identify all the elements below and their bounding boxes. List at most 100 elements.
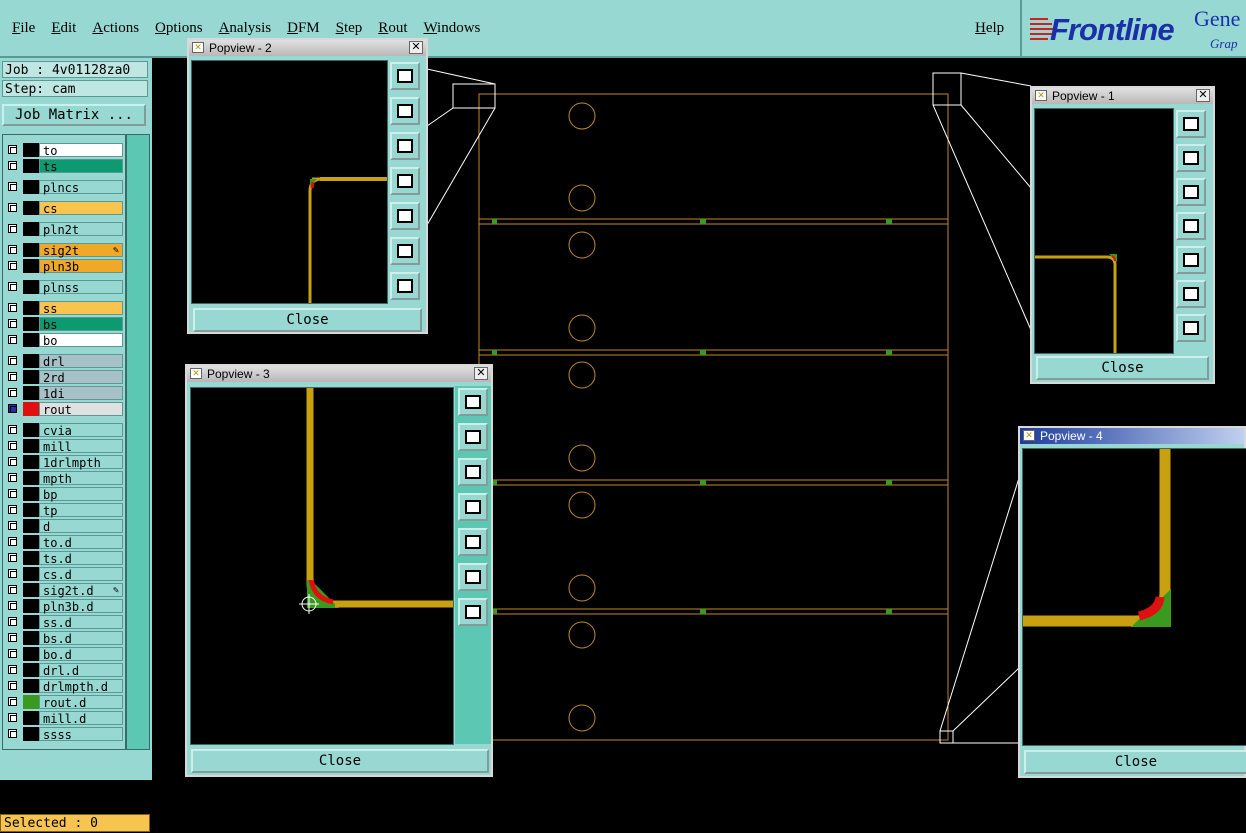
menu-file[interactable]: File (12, 20, 35, 37)
menu-analysis[interactable]: Analysis (219, 20, 272, 37)
layer-row-bo-d[interactable]: bo.d (5, 647, 123, 662)
layer-row-cvia[interactable]: cvia (5, 423, 123, 438)
layer-color-swatch[interactable] (23, 519, 39, 533)
pan-left-button[interactable] (1176, 212, 1206, 240)
layer-name[interactable]: drl (39, 354, 123, 369)
popview-2-titlebar[interactable]: ✕ Popview - 2 ✕ (189, 40, 426, 56)
popview-4-view[interactable] (1022, 448, 1246, 746)
layer-name[interactable]: pln3b.d (39, 599, 123, 614)
layer-row-plnss[interactable]: plnss (5, 280, 123, 295)
layer-name[interactable]: ssss (39, 727, 123, 742)
layer-checkbox[interactable] (8, 335, 17, 344)
pan-right-button[interactable] (390, 202, 420, 230)
pan-left-button[interactable] (390, 167, 420, 195)
layer-name[interactable]: to.d (39, 535, 123, 550)
layer-color-swatch[interactable] (23, 647, 39, 661)
layer-row-pln3b-d[interactable]: pln3b.d (5, 599, 123, 614)
popview-1-view[interactable] (1034, 108, 1174, 354)
layer-checkbox[interactable] (8, 617, 17, 626)
pan-right-button[interactable] (458, 528, 488, 556)
layer-row-ssss[interactable]: ssss (5, 727, 123, 742)
layer-checkbox[interactable] (8, 521, 17, 530)
close-icon[interactable]: ✕ (1196, 89, 1210, 102)
pan-down-button[interactable] (458, 458, 488, 486)
layer-row-cs-d[interactable]: cs.d (5, 567, 123, 582)
layer-color-swatch[interactable] (23, 243, 39, 257)
layer-color-swatch[interactable] (23, 354, 39, 368)
layer-checkbox[interactable] (8, 441, 17, 450)
layer-name[interactable]: cs.d (39, 567, 123, 582)
popview-4-titlebar[interactable]: ✕ Popview - 4 (1020, 428, 1244, 444)
layer-name[interactable]: ts (39, 159, 123, 174)
popview-1-titlebar[interactable]: ✕ Popview - 1 ✕ (1032, 88, 1213, 104)
window-menu-icon[interactable]: ✕ (1023, 430, 1035, 441)
layer-name[interactable]: mpth (39, 471, 123, 486)
layer-checkbox[interactable] (8, 261, 17, 270)
layer-color-swatch[interactable] (23, 333, 39, 347)
layer-color-swatch[interactable] (23, 423, 39, 437)
layer-row-drlmpth-d[interactable]: drlmpth.d (5, 679, 123, 694)
layer-row-bo[interactable]: bo (5, 333, 123, 348)
zoom-home-button[interactable] (390, 62, 420, 90)
layer-row-rout-d[interactable]: rout.d (5, 695, 123, 710)
layer-row-ss[interactable]: ss (5, 301, 123, 316)
popview-1-close-button[interactable]: Close (1036, 356, 1209, 380)
layer-row-mill-d[interactable]: mill.d (5, 711, 123, 726)
layer-name[interactable]: drlmpth.d (39, 679, 123, 694)
layer-name[interactable]: drl.d (39, 663, 123, 678)
menu-help[interactable]: Help (975, 20, 1004, 37)
layer-name[interactable]: mill (39, 439, 123, 454)
layer-checkbox[interactable] (8, 729, 17, 738)
layer-checkbox[interactable] (8, 145, 17, 154)
layer-checkbox[interactable] (8, 425, 17, 434)
layer-checkbox[interactable] (8, 569, 17, 578)
layer-checkbox[interactable] (8, 282, 17, 291)
layer-color-swatch[interactable] (23, 503, 39, 517)
layer-name[interactable]: plnss (39, 280, 123, 295)
layer-name[interactable]: bo (39, 333, 123, 348)
layer-checkbox[interactable] (8, 224, 17, 233)
layer-checkbox[interactable] (8, 388, 17, 397)
close-icon[interactable]: ✕ (409, 41, 423, 54)
zoom-out-button[interactable] (390, 272, 420, 300)
layer-row-1di[interactable]: 1di (5, 386, 123, 401)
layer-checkbox[interactable] (8, 601, 17, 610)
layer-checkbox[interactable] (8, 319, 17, 328)
layer-color-swatch[interactable] (23, 301, 39, 315)
layer-row-to-d[interactable]: to.d (5, 535, 123, 550)
zoom-in-button[interactable] (1176, 280, 1206, 308)
layer-name[interactable]: pln3b (39, 259, 123, 274)
layer-name[interactable]: bp (39, 487, 123, 502)
layer-name[interactable]: d (39, 519, 123, 534)
layer-color-swatch[interactable] (23, 535, 39, 549)
layer-name[interactable]: bo.d (39, 647, 123, 662)
layer-name[interactable]: cvia (39, 423, 123, 438)
layer-row-tp[interactable]: tp (5, 503, 123, 518)
layer-row-pln2t[interactable]: pln2t (5, 222, 123, 237)
pan-up-button[interactable] (390, 97, 420, 125)
window-menu-icon[interactable]: ✕ (190, 368, 202, 379)
layer-color-swatch[interactable] (23, 711, 39, 725)
pan-up-button[interactable] (458, 423, 488, 451)
popview-2-view[interactable] (191, 60, 388, 304)
window-menu-icon[interactable]: ✕ (192, 42, 204, 53)
layer-color-swatch[interactable] (23, 615, 39, 629)
layer-row-2rd[interactable]: 2rd (5, 370, 123, 385)
layer-row-drl[interactable]: drl (5, 354, 123, 369)
layer-color-swatch[interactable] (23, 727, 39, 741)
layer-checkbox[interactable] (8, 203, 17, 212)
layer-color-swatch[interactable] (23, 695, 39, 709)
layer-color-swatch[interactable] (23, 259, 39, 273)
layer-color-swatch[interactable] (23, 180, 39, 194)
layer-name[interactable]: bs (39, 317, 123, 332)
zoom-out-button[interactable] (458, 598, 488, 626)
menu-windows[interactable]: Windows (423, 20, 480, 37)
layer-checkbox[interactable] (8, 303, 17, 312)
popview-3-close-button[interactable]: Close (191, 749, 489, 773)
layer-row-pln3b[interactable]: pln3b (5, 259, 123, 274)
layer-checkbox[interactable] (8, 665, 17, 674)
layer-row-plncs[interactable]: plncs (5, 180, 123, 195)
layer-row-ss-d[interactable]: ss.d (5, 615, 123, 630)
layer-checkbox[interactable] (8, 473, 17, 482)
layer-name[interactable]: tp (39, 503, 123, 518)
